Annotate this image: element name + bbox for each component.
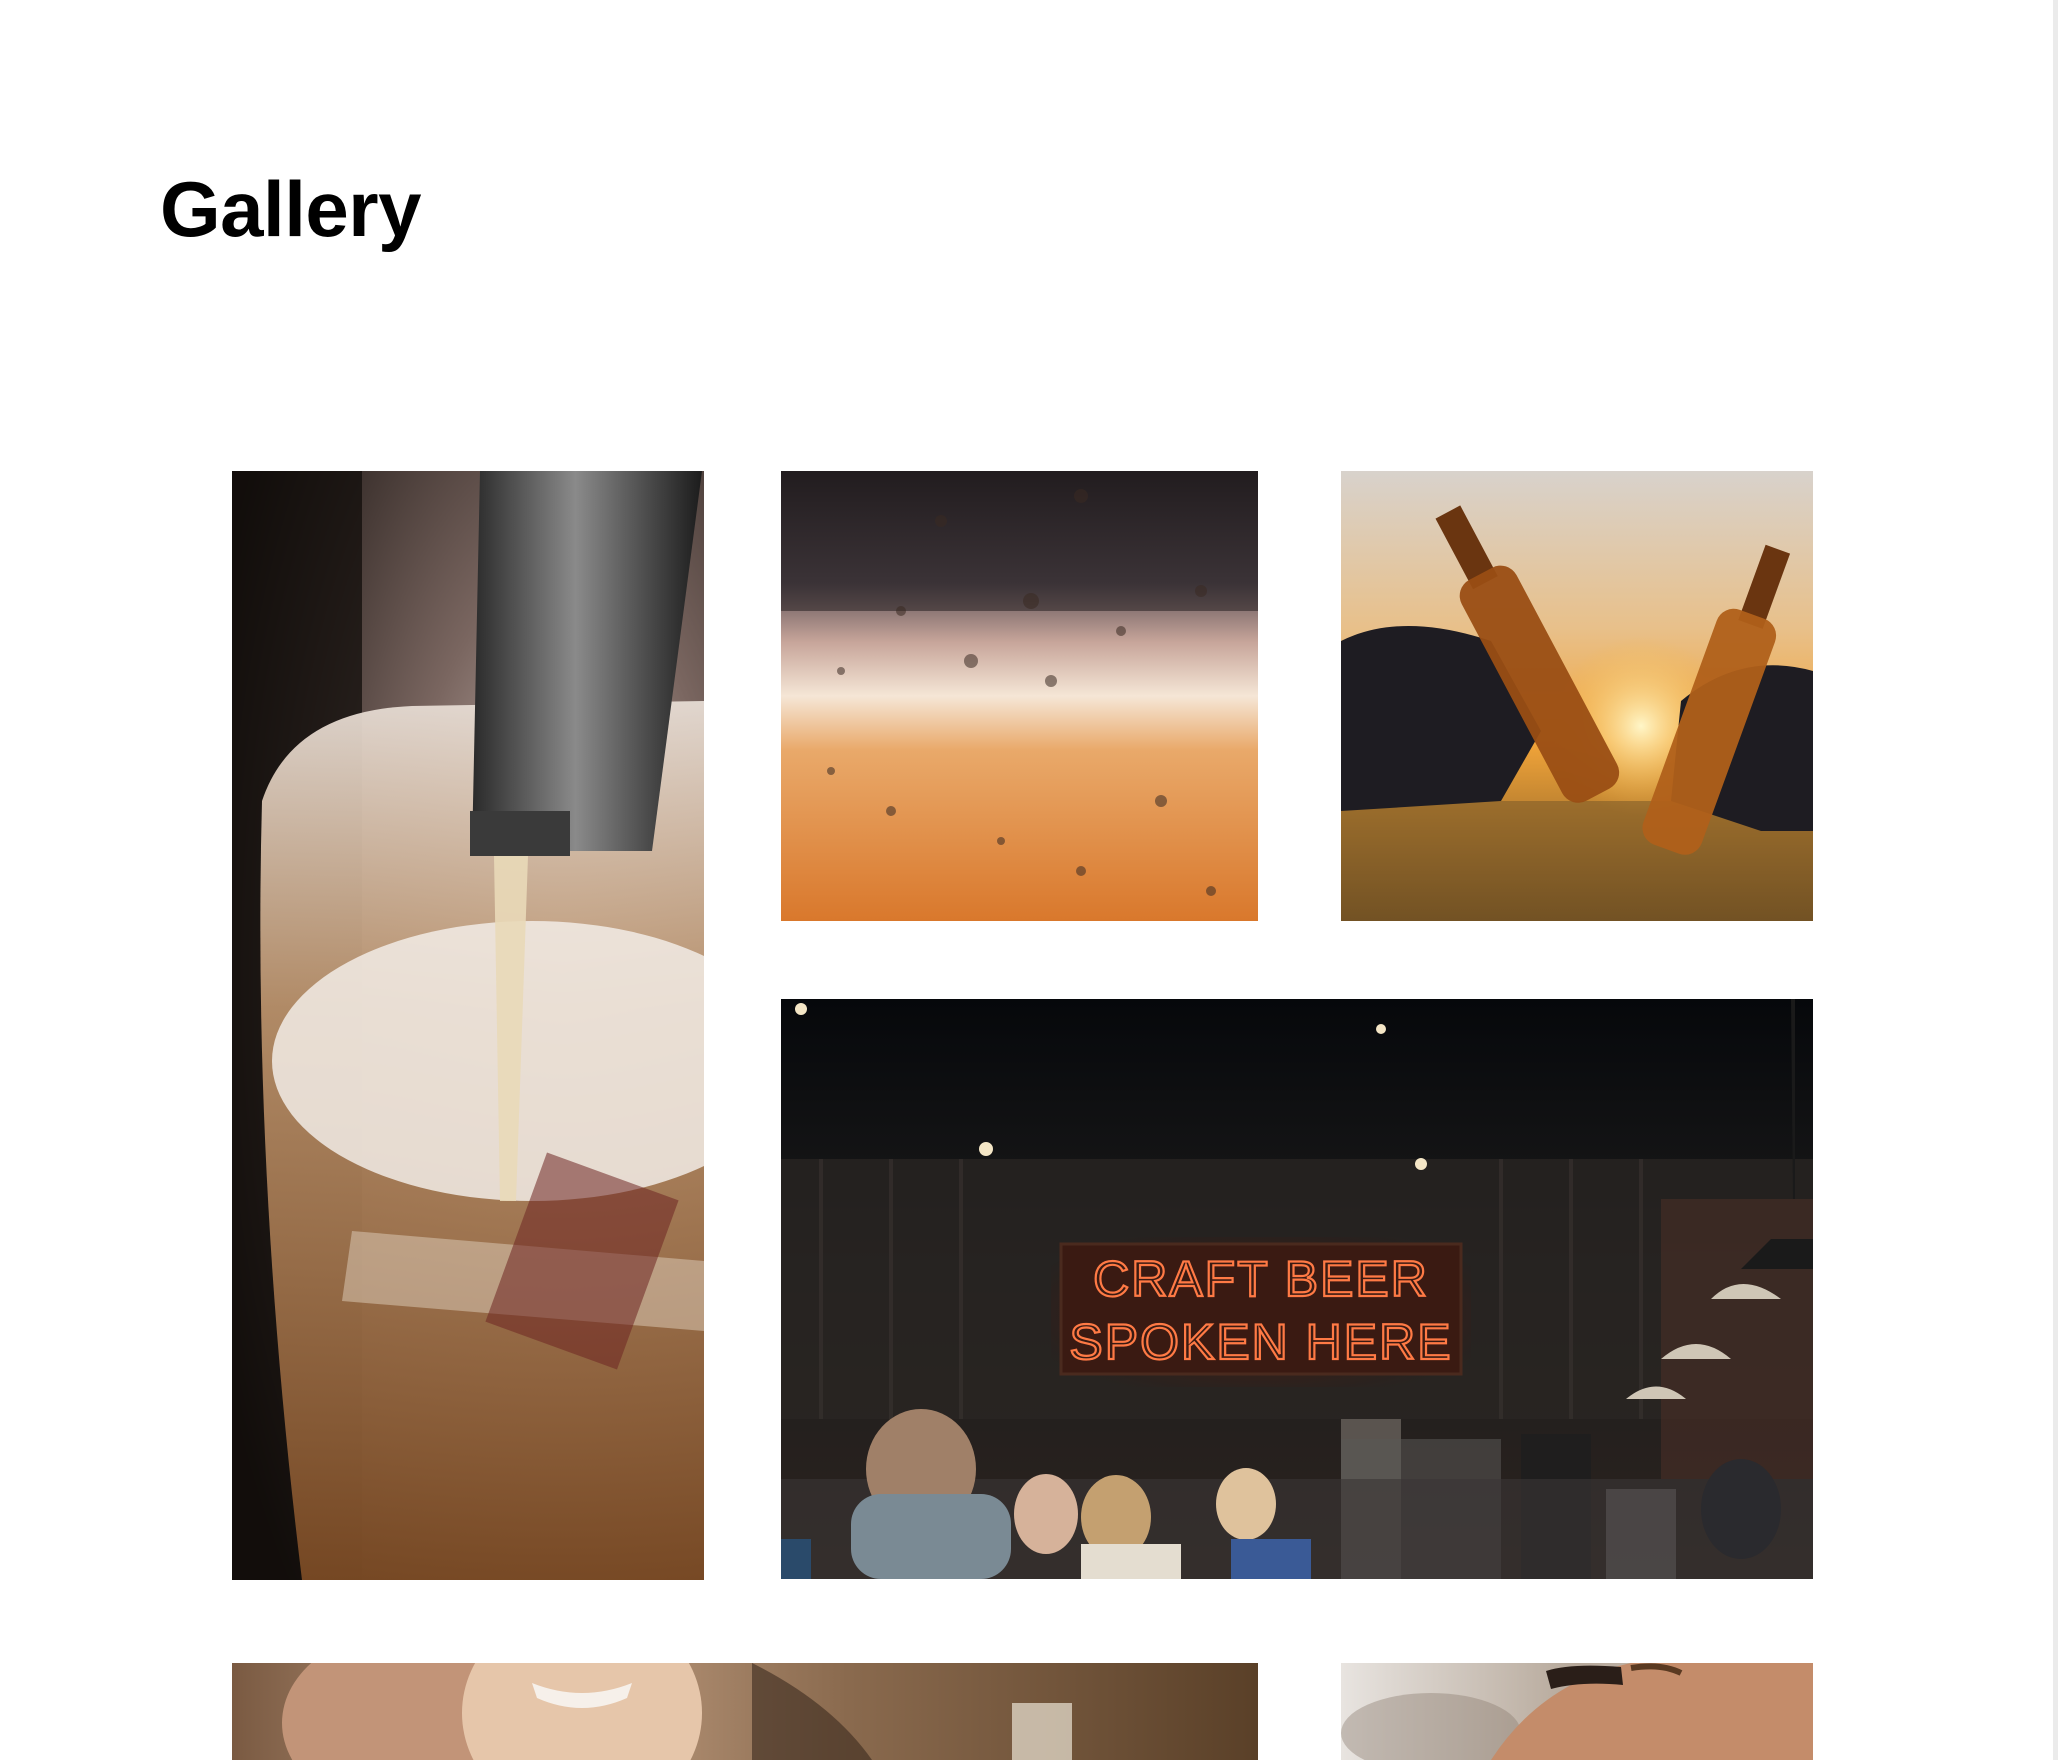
neon-sign-line-1: CRAFT BEER [1093,1251,1429,1307]
page-title: Gallery [160,165,422,253]
beer-glass-condensation-photo[interactable] [781,471,1258,921]
craft-beer-bar-photo[interactable]: CRAFT BEER SPOKEN HERE [781,999,1813,1579]
smiling-woman-photo[interactable] [232,1663,1258,1760]
scrollbar[interactable] [2053,0,2058,1760]
hand-with-glass-photo[interactable] [1341,1663,1813,1760]
beer-tap-pouring-photo[interactable] [232,471,704,1580]
neon-sign-line-2: SPOKEN HERE [1069,1314,1452,1370]
bottles-toast-sunset-photo[interactable] [1341,471,1813,921]
